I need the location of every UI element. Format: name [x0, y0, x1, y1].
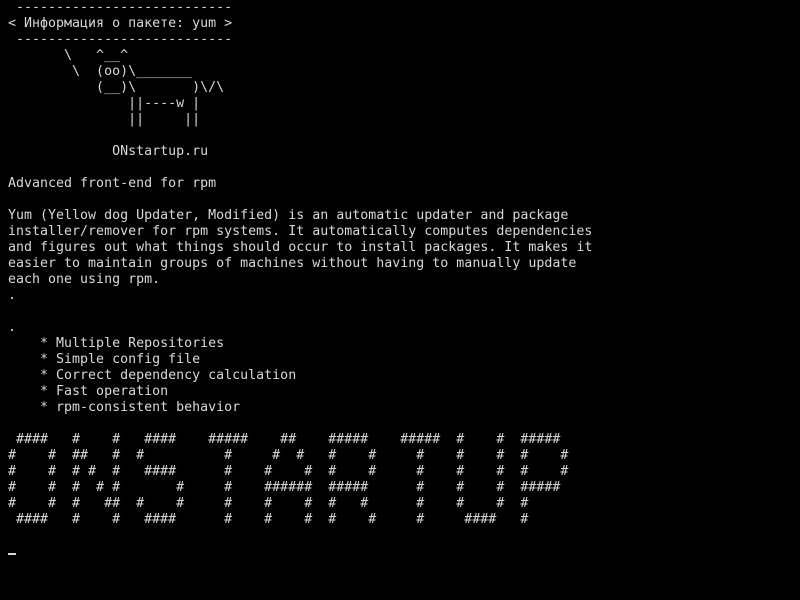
- terminal-console[interactable]: --------------------------- < Информация …: [0, 0, 800, 600]
- banner-ascii-line: # # # ## # # # # # # # # # # #: [8, 496, 529, 511]
- description-line: Yum (Yellow dog Updater, Modified) is an…: [8, 208, 569, 223]
- site-name: ONstartup.ru: [8, 144, 209, 159]
- cow-ascii-line: \ (oo)\_______: [8, 64, 193, 79]
- banner-ascii-line: # # # # # # # ###### ##### # # # #####: [8, 480, 561, 495]
- banner-ascii-line: # # ## # # # # # # # # # # # #: [8, 448, 569, 463]
- cow-ascii-line: \ ^__^: [8, 48, 129, 63]
- feature-item: * Fast operation: [8, 384, 169, 399]
- dot-line: .: [8, 320, 17, 335]
- package-summary: Advanced front-end for rpm: [8, 176, 217, 191]
- description-line: each one using rpm.: [8, 272, 161, 287]
- cow-ascii-line: ||----w |: [8, 96, 201, 111]
- prompt-line[interactable]: [8, 544, 800, 560]
- cowsay-border-top: ---------------------------: [8, 0, 233, 15]
- dot-line: .: [8, 288, 17, 303]
- banner-ascii-line: #### # # #### ##### ## ##### ##### # # #…: [8, 432, 561, 447]
- banner-ascii-line: #### # # #### # # # # # # #### #: [8, 512, 529, 527]
- feature-item: * rpm-consistent behavior: [8, 400, 241, 415]
- cowsay-border-bottom: ---------------------------: [8, 32, 233, 47]
- feature-item: * Correct dependency calculation: [8, 368, 297, 383]
- feature-item: * Simple config file: [8, 352, 201, 367]
- description-line: and figures out what things should occur…: [8, 240, 593, 255]
- cow-ascii-line: (__)\ )\/\: [8, 80, 225, 95]
- description-line: easier to maintain groups of machines wi…: [8, 256, 577, 271]
- feature-item: * Multiple Repositories: [8, 336, 225, 351]
- cowsay-title: < Информация о пакете: yum >: [8, 16, 233, 31]
- banner-ascii-line: # # # # # #### # # # # # # # # # #: [8, 464, 569, 479]
- text-cursor: [8, 553, 16, 555]
- terminal-output: --------------------------- < Информация …: [8, 0, 800, 560]
- description-line: installer/remover for rpm systems. It au…: [8, 224, 593, 239]
- cow-ascii-line: || ||: [8, 112, 201, 127]
